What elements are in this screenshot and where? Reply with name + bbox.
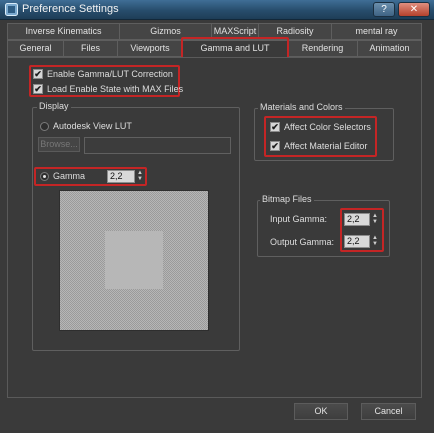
gamma-value-field[interactable]: 2,2 xyxy=(107,170,135,183)
input-gamma-field[interactable]: 2,2 xyxy=(344,213,370,226)
check-icon: ✔ xyxy=(271,122,279,132)
enable-gamma-label: Enable Gamma/LUT Correction xyxy=(47,69,173,79)
gamma-label: Gamma xyxy=(53,171,86,181)
close-button[interactable]: ✕ xyxy=(398,2,430,17)
check-icon: ✔ xyxy=(34,84,42,94)
gamma-test-pattern xyxy=(59,190,209,331)
display-group-title: Display xyxy=(37,101,71,111)
highlight-active-tab xyxy=(181,37,289,59)
tab-inverse-kinematics[interactable]: Inverse Kinematics xyxy=(7,23,120,40)
tab-animation[interactable]: Animation xyxy=(357,40,422,57)
tab-files[interactable]: Files xyxy=(63,40,118,57)
spin-down-icon: ▼ xyxy=(137,176,143,182)
window-title: Preference Settings xyxy=(22,3,119,15)
bitmap-group-title: Bitmap Files xyxy=(260,194,314,204)
ok-button[interactable]: OK xyxy=(294,403,348,420)
affect-color-label: Affect Color Selectors xyxy=(284,122,371,132)
output-gamma-field[interactable]: 2,2 xyxy=(344,235,370,248)
view-lut-label: Autodesk View LUT xyxy=(53,121,132,131)
view-lut-radio[interactable] xyxy=(40,122,49,131)
gamma-radio[interactable] xyxy=(40,172,49,181)
affect-material-label: Affect Material Editor xyxy=(284,141,368,151)
spin-down-icon: ▼ xyxy=(372,241,378,247)
output-gamma-label: Output Gamma: xyxy=(270,237,335,247)
load-state-checkbox[interactable]: ✔ xyxy=(33,84,43,94)
browse-button[interactable]: Browse... xyxy=(38,137,80,152)
enable-gamma-checkbox[interactable]: ✔ xyxy=(33,69,43,79)
tab-general[interactable]: General xyxy=(7,40,64,57)
gamma-reference-square xyxy=(105,231,163,289)
spin-down-icon: ▼ xyxy=(372,219,378,225)
close-icon: ✕ xyxy=(409,4,419,15)
tab-mental-ray[interactable]: mental ray xyxy=(331,23,422,40)
cancel-button[interactable]: Cancel xyxy=(361,403,416,420)
load-state-label: Load Enable State with MAX Files xyxy=(47,84,184,94)
tab-rendering[interactable]: Rendering xyxy=(287,40,358,57)
app-icon xyxy=(5,3,18,16)
input-gamma-label: Input Gamma: xyxy=(270,214,328,224)
check-icon: ✔ xyxy=(34,69,42,79)
input-gamma-spinner[interactable]: ▲ ▼ xyxy=(371,213,379,226)
affect-color-checkbox[interactable]: ✔ xyxy=(270,122,280,132)
lut-path-field[interactable] xyxy=(84,137,231,154)
gamma-spinner[interactable]: ▲ ▼ xyxy=(136,170,144,183)
check-icon: ✔ xyxy=(271,141,279,151)
title-bar[interactable]: Preference Settings ? ✕ xyxy=(0,0,434,20)
affect-material-checkbox[interactable]: ✔ xyxy=(270,141,280,151)
tab-viewports[interactable]: Viewports xyxy=(117,40,183,57)
help-button[interactable]: ? xyxy=(373,2,395,17)
materials-group-title: Materials and Colors xyxy=(258,102,345,112)
output-gamma-spinner[interactable]: ▲ ▼ xyxy=(371,235,379,248)
